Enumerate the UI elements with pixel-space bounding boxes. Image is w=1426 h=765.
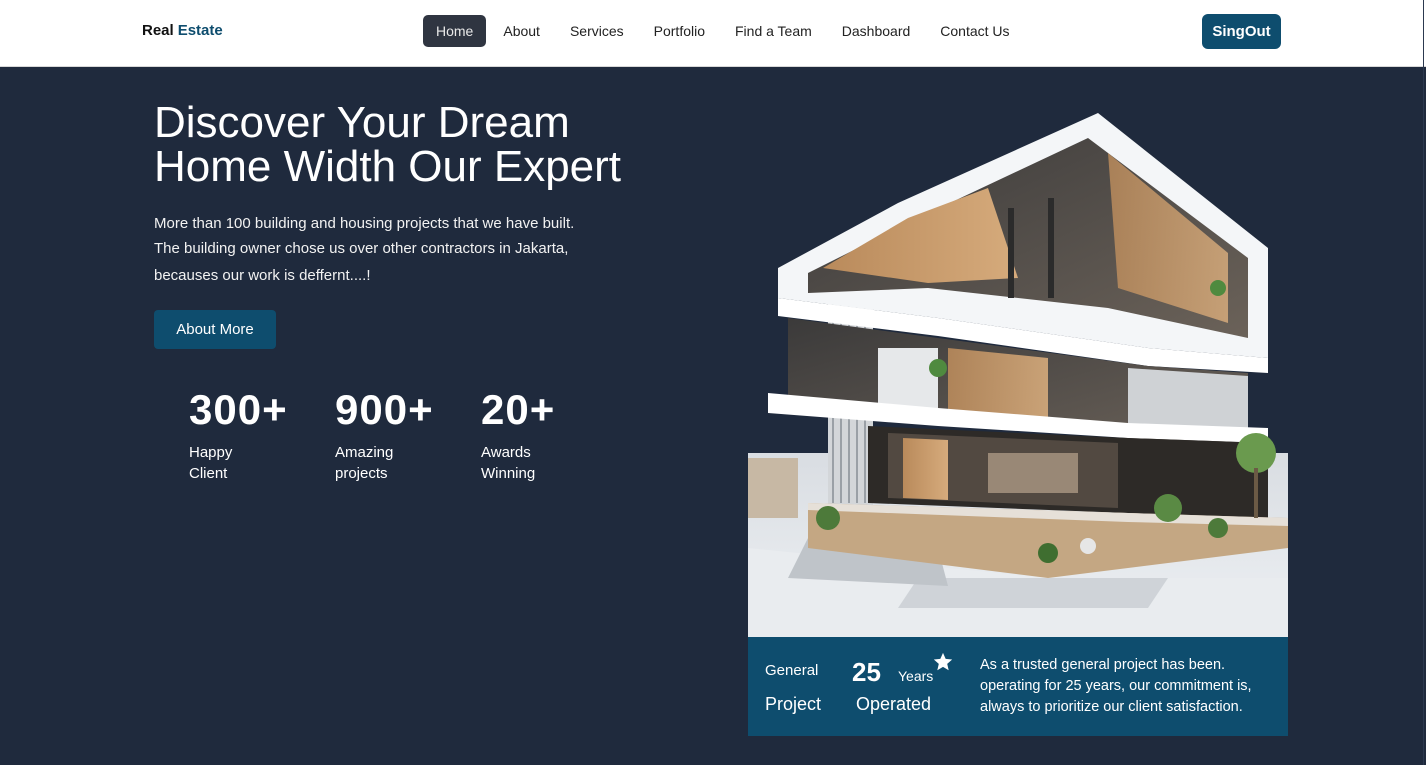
card-description: As a trusted general project has been. o… (980, 657, 1252, 715)
card-project-label: Project (765, 694, 822, 714)
stat-label: Happy Client (189, 444, 233, 482)
top-navbar: Real Estate Home About Services Portfolio… (0, 0, 1426, 67)
hero-title-line1: Discover Your Dream (154, 98, 570, 147)
stat-value: 900+ (335, 386, 434, 433)
card-operated-label: Operated (856, 694, 932, 714)
house-image (748, 113, 1288, 637)
stat-value: 20+ (481, 386, 556, 433)
card-general-label: General (765, 662, 819, 679)
nav-dashboard[interactable]: Dashboard (829, 15, 924, 47)
signout-button[interactable]: SingOut (1202, 14, 1281, 49)
hero-title-line2: Home Width Our Expert (154, 142, 622, 191)
brand-logo[interactable]: Real Estate (142, 22, 223, 39)
experience-card: General Project 25 Years Operated As a t… (748, 637, 1288, 736)
nav-portfolio[interactable]: Portfolio (641, 15, 718, 47)
hero-desc-line1: More than 100 building and housing proje… (154, 215, 575, 232)
stat-label: Awards Winning (481, 444, 536, 482)
stat-happy-client: 300+ Happy Client (189, 386, 335, 484)
brand-first: Real (142, 22, 174, 39)
card-years-number: 25 (852, 657, 881, 687)
nav-find-a-team[interactable]: Find a Team (722, 15, 825, 47)
stat-label: Amazing projects (335, 444, 394, 482)
hero-description: More than 100 building and housing proje… (154, 211, 614, 288)
about-more-button[interactable]: About More (154, 310, 276, 349)
page-edge-divider (1423, 0, 1424, 765)
nav-home[interactable]: Home (423, 15, 487, 47)
nav-services[interactable]: Services (557, 15, 637, 47)
stat-value: 300+ (189, 386, 288, 433)
hero-desc-line2: The building owner chose us over other c… (154, 240, 569, 257)
stats-row: 300+ Happy Client 900+ Amazing projects 20… (189, 386, 627, 484)
hero-title: Discover Your Dream Home Width Our Exper… (154, 101, 674, 189)
stat-amazing-projects: 900+ Amazing projects (335, 386, 481, 484)
main-nav: Home About Services Portfolio Find a Tea… (423, 15, 1027, 47)
brand-second: Estate (177, 22, 223, 39)
stat-awards-winning: 20+ Awards Winning (481, 386, 627, 484)
star-icon (933, 652, 953, 671)
nav-contact-us[interactable]: Contact Us (927, 15, 1022, 47)
nav-about[interactable]: About (490, 15, 553, 47)
hero-desc-line3: becauses our work is deffernt....! (154, 267, 371, 284)
card-years-label: Years (898, 668, 934, 684)
